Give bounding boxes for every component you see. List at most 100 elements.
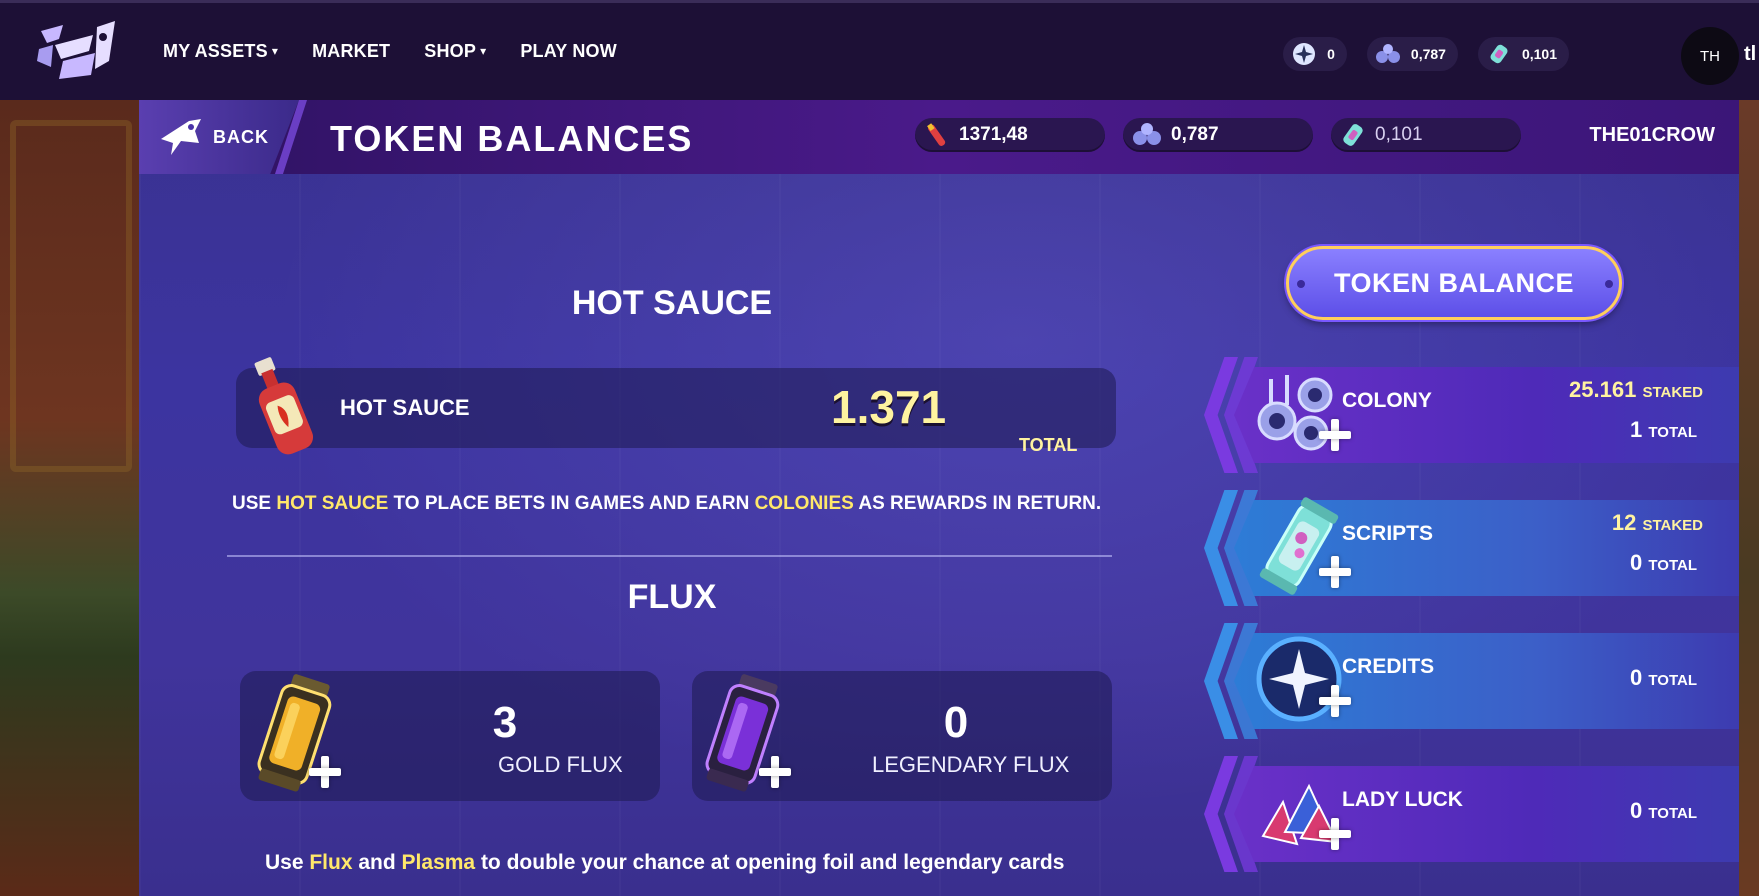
colony-icon [1133, 123, 1161, 145]
hot-sauce-icon [927, 123, 946, 146]
scripts-total-label: TOTAL [1648, 557, 1697, 574]
nav-username[interactable]: tl [1744, 43, 1756, 66]
colony-total: 1 TOTAL [1630, 417, 1697, 443]
token-row-scripts[interactable]: SCRIPTS 12 STAKED 0 TOTAL [1204, 490, 1739, 606]
hot-sauce-section-title: HOT SAUCE [571, 284, 773, 322]
nav-shop[interactable]: SHOP ▾ [424, 41, 486, 62]
flux-desc-text: to double your chance at opening foil an… [475, 851, 1065, 874]
nav-colony-value: 0,787 [1410, 46, 1446, 62]
nav-market[interactable]: MARKET [312, 41, 390, 62]
scripts-staked-label: STAKED [1642, 517, 1703, 534]
colonies-desc-highlight: COLONIES [754, 493, 854, 514]
credits-icon [1291, 41, 1317, 67]
token-balances-panel: BACK TOKEN BALANCES 1371,48 0,787 0,101 … [139, 100, 1739, 896]
colony-staked-value: 25.161 [1569, 377, 1637, 402]
nav-shop-label: SHOP [424, 41, 477, 61]
background-scene-right [1739, 100, 1759, 896]
gold-flux-value: 3 [492, 698, 518, 747]
hot-sauce-value: 1.371 [831, 381, 947, 433]
flux-desc-text: and [352, 851, 402, 874]
nav-play-now[interactable]: PLAY NOW [520, 41, 617, 62]
lady-luck-total-value: 0 [1630, 798, 1643, 823]
button-decor-dot [1605, 280, 1613, 288]
back-button[interactable]: BACK [139, 100, 299, 174]
token-row-credits[interactable]: CREDITS 0 TOTAL [1204, 623, 1739, 739]
hot-sauce-desc-highlight: HOT SAUCE [276, 493, 389, 514]
colony-staked-label: STAKED [1642, 384, 1703, 401]
nav-balances: 0 0,787 0,101 [1283, 37, 1569, 71]
scripts-icon [1486, 41, 1512, 67]
scripts-total-value: 0 [1630, 550, 1643, 575]
background-scene-left [0, 100, 139, 896]
scripts-staked-value: 12 [1611, 510, 1637, 535]
token-row-colony[interactable]: COLONY 25.161 STAKED 1 TOTAL [1204, 357, 1739, 473]
colony-total-label: TOTAL [1648, 424, 1697, 441]
lady-luck-total: 0 TOTAL [1630, 798, 1697, 824]
hot-sauce-description: USE HOT SAUCE TO PLACE BETS IN GAMES AND… [232, 493, 1101, 515]
nav-market-label: MARKET [312, 41, 391, 61]
credits-total-value: 0 [1630, 665, 1643, 690]
hot-sauce-desc-text: USE [232, 493, 277, 514]
avatar-initials: TH [1700, 47, 1720, 65]
token-balance-button[interactable]: TOKEN BALANCE [1286, 246, 1622, 320]
page-title: TOKEN BALANCES [330, 118, 694, 159]
header-scripts-value: 0,101 [1375, 124, 1423, 145]
credits-total-label: TOTAL [1648, 672, 1697, 689]
scripts-icon [1343, 124, 1363, 146]
hot-sauce-label: HOT SAUCE [340, 395, 470, 420]
nav-play-now-label: PLAY NOW [520, 41, 617, 61]
flux-desc-highlight: Flux [309, 851, 353, 874]
plus-icon[interactable] [1319, 818, 1351, 850]
scripts-total: 0 TOTAL [1630, 550, 1697, 576]
credits-label: CREDITS [1342, 655, 1435, 678]
legendary-flux-value: 0 [943, 698, 969, 747]
colony-icon [1375, 41, 1401, 67]
flux-description: Use Flux and Plasma to double your chanc… [265, 851, 1064, 875]
top-nav: MY ASSETS ▾ MARKET SHOP ▾ PLAY NOW 0 0,787… [0, 0, 1759, 100]
token-balance-button-label: TOKEN BALANCE [1333, 267, 1574, 298]
lady-luck-total-label: TOTAL [1648, 805, 1697, 822]
nav-links: MY ASSETS ▾ MARKET SHOP ▾ PLAY NOW [163, 41, 617, 62]
legendary-flux-label: LEGENDARY FLUX [872, 752, 1070, 777]
credits-total: 0 TOTAL [1630, 665, 1697, 691]
nav-scripts-balance[interactable]: 0,101 [1477, 37, 1569, 71]
flux-desc-text: Use [265, 851, 310, 874]
section-divider [227, 555, 1112, 557]
gold-flux-label: GOLD FLUX [498, 752, 623, 777]
flux-section-title: FLUX [627, 578, 717, 616]
nav-credits-balance[interactable]: 0 [1283, 37, 1347, 71]
avatar[interactable]: TH [1681, 27, 1739, 85]
header-hot-sauce-value: 1371,48 [959, 124, 1028, 145]
colony-label: COLONY [1342, 389, 1432, 412]
header-scripts-balance: 0,101 [1331, 118, 1521, 152]
lady-luck-label: LADY LUCK [1342, 788, 1463, 811]
button-decor-dot [1297, 280, 1305, 288]
plus-icon[interactable] [309, 756, 341, 788]
nav-colony-balance[interactable]: 0,787 [1366, 37, 1458, 71]
scripts-staked: 12 STAKED [1612, 510, 1703, 536]
back-label: BACK [213, 126, 269, 147]
nav-my-assets[interactable]: MY ASSETS ▾ [163, 41, 278, 62]
plus-icon[interactable] [759, 756, 791, 788]
hot-sauce-icon [254, 357, 314, 455]
plasma-desc-highlight: Plasma [401, 851, 476, 874]
logo[interactable] [33, 21, 119, 83]
nav-credits-value: 0 [1327, 46, 1335, 62]
header-username: THE01CROW [1589, 124, 1715, 146]
scripts-label: SCRIPTS [1342, 522, 1434, 545]
plus-icon[interactable] [1319, 685, 1351, 717]
chevron-down-icon: ▾ [480, 43, 487, 58]
hot-sauce-desc-text: TO PLACE BETS IN GAMES AND EARN [388, 493, 755, 514]
hot-sauce-desc-text: AS REWARDS IN RETURN. [853, 493, 1102, 514]
token-row-lady-luck[interactable]: LADY LUCK 0 TOTAL [1204, 756, 1739, 872]
back-arrow-icon [161, 119, 201, 155]
header-colony-value: 0,787 [1171, 124, 1219, 145]
header-colony-balance: 0,787 [1123, 118, 1313, 152]
hot-sauce-total-label: TOTAL [1019, 435, 1078, 455]
plus-icon[interactable] [1319, 419, 1351, 451]
header-hot-sauce-balance: 1371,48 [915, 118, 1105, 152]
colony-total-value: 1 [1630, 417, 1643, 442]
nav-my-assets-label: MY ASSETS [163, 41, 268, 61]
panel-header: BACK TOKEN BALANCES 1371,48 0,787 0,101 … [139, 100, 1739, 174]
plus-icon[interactable] [1319, 556, 1351, 588]
